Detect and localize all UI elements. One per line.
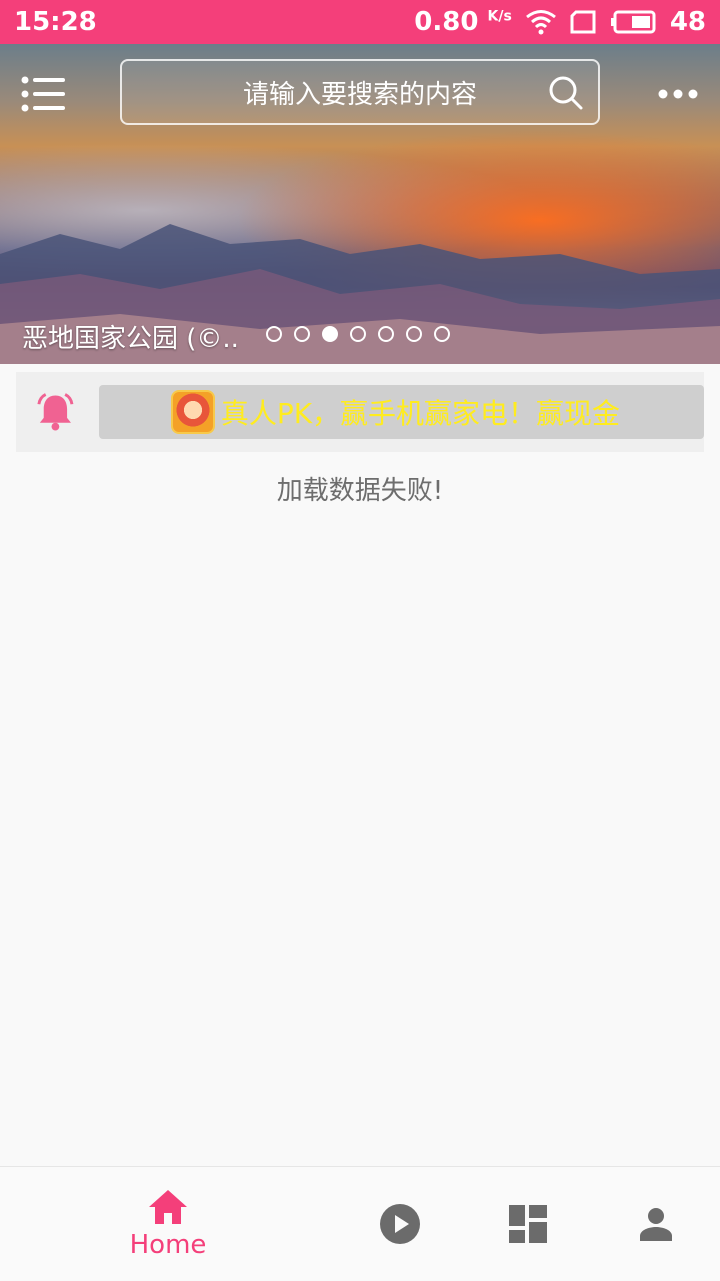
play-circle-icon (380, 1204, 420, 1244)
tab-home[interactable]: Home (110, 1167, 226, 1281)
network-speed: 0.80 K/s (414, 7, 512, 37)
search-placeholder: 请输入要搜索的内容 (242, 79, 477, 110)
notice-text: 真人PK，赢手机赢家电！赢现金 (220, 397, 621, 430)
network-speed-unit: K/s (487, 8, 512, 25)
carousel-dot-active[interactable] (322, 326, 338, 342)
status-time: 15:28 (14, 7, 97, 37)
banner-caption: 恶地国家公园 (©.. (22, 324, 239, 354)
carousel-dot[interactable] (378, 326, 394, 342)
menu-button[interactable] (18, 72, 68, 116)
game-app-icon (170, 390, 215, 434)
bell-icon (37, 393, 74, 431)
network-speed-value: 0.80 (414, 7, 479, 37)
carousel-dot[interactable] (266, 326, 282, 342)
tab-home-label: Home (129, 1230, 207, 1260)
search-input[interactable]: 请输入要搜索的内容 (120, 59, 600, 125)
status-bar: 15:28 0.80 K/s 48 (0, 0, 720, 44)
wifi-icon (525, 10, 556, 35)
carousel-dot[interactable] (294, 326, 310, 342)
tab-profile[interactable] (630, 1167, 682, 1281)
menu-list-icon (21, 76, 65, 112)
more-button[interactable] (650, 72, 706, 116)
tab-video[interactable] (370, 1167, 430, 1281)
load-error-message: 加载数据失败! (276, 476, 444, 506)
carousel-indicators (266, 326, 450, 342)
carousel-dot[interactable] (350, 326, 366, 342)
notice-bar: 真人PK，赢手机赢家电！赢现金 (16, 372, 704, 452)
carousel-dot[interactable] (434, 326, 450, 342)
carousel-dot[interactable] (406, 326, 422, 342)
dashboard-icon (509, 1205, 547, 1243)
more-dots-icon (658, 89, 698, 99)
home-icon (149, 1190, 187, 1224)
tab-apps[interactable] (500, 1167, 556, 1281)
search-icon[interactable] (548, 75, 584, 111)
battery-icon (610, 10, 656, 34)
sim-card-icon (570, 10, 596, 34)
bottom-tab-bar: Home (0, 1166, 720, 1280)
status-right: 0.80 K/s 48 (414, 7, 706, 37)
notice-ad-banner[interactable]: 真人PK，赢手机赢家电！赢现金 (98, 385, 704, 439)
person-icon (640, 1208, 672, 1241)
battery-level: 48 (669, 7, 706, 37)
